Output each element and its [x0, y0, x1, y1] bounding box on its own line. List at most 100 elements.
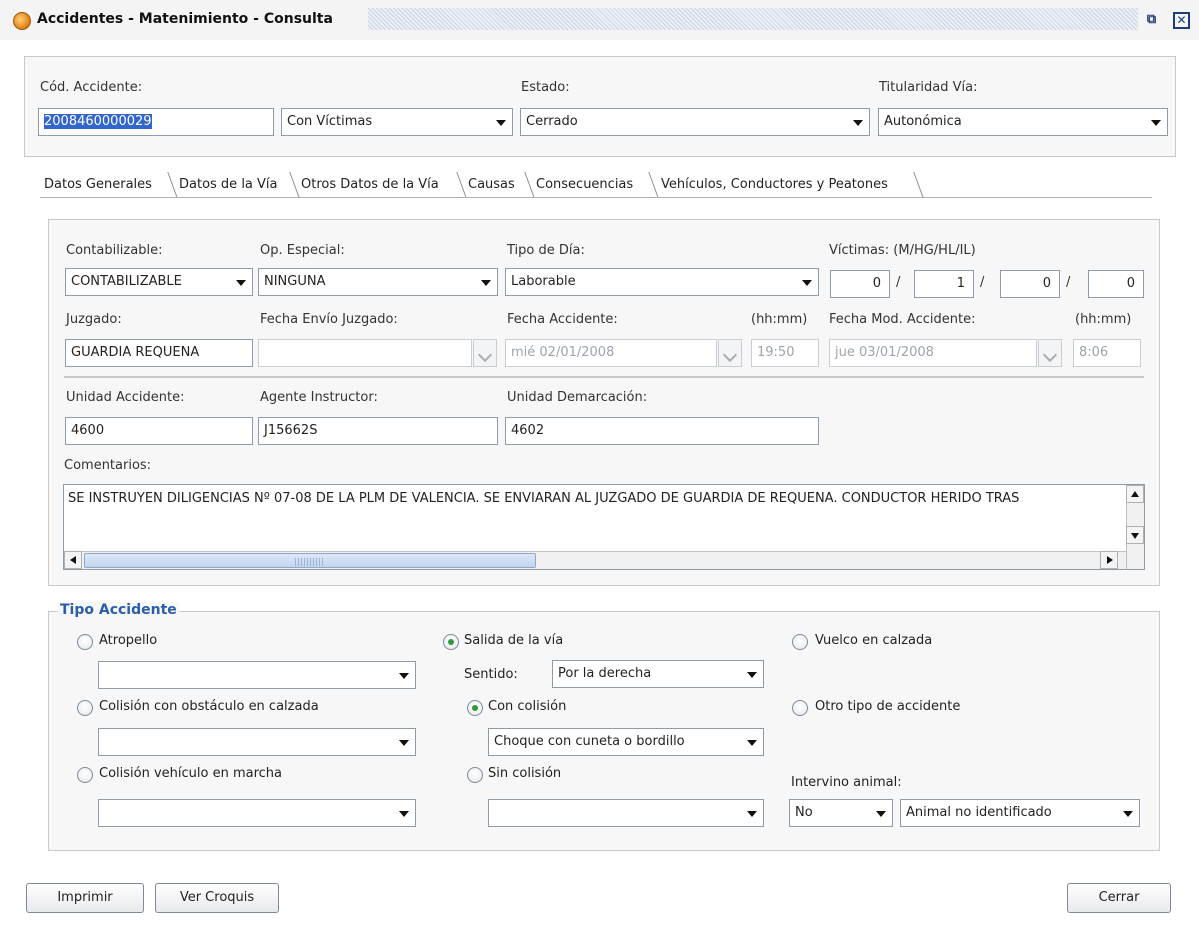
intervino-animal-select[interactable]: No [789, 799, 893, 827]
chevron-down-icon [477, 347, 493, 363]
op-especial-select[interactable]: NINGUNA [258, 268, 498, 296]
cerrar-button[interactable]: Cerrar [1067, 883, 1171, 913]
estado-select[interactable]: Cerrado [520, 108, 870, 136]
arrow-up-icon [1131, 491, 1139, 497]
tab-datos-via[interactable]: Datos de la Vía [179, 172, 278, 198]
tipo-animal-select[interactable]: Animal no identificado [900, 799, 1140, 827]
atropello-select[interactable] [98, 661, 416, 689]
victimas-separator: / [1066, 275, 1071, 290]
chevron-down-icon [1123, 811, 1133, 817]
sentido-label: Sentido: [464, 667, 518, 682]
unidad-accidente-label: Unidad Accidente: [66, 390, 185, 405]
chevron-down-icon [747, 811, 757, 817]
hhmm-label-2: (hh:mm) [1075, 312, 1132, 327]
agente-instructor-label: Agente Instructor: [260, 390, 378, 405]
estado-label: Estado: [521, 80, 570, 95]
restore-icon[interactable]: ⧉ [1143, 12, 1160, 29]
radio-vuelco[interactable] [792, 634, 808, 650]
tab-otros-datos-via[interactable]: Otros Datos de la Vía [301, 172, 439, 198]
fecha-mod-dropdown[interactable] [1038, 339, 1062, 367]
scroll-down-button[interactable] [1126, 526, 1144, 544]
sin-colision-select[interactable] [488, 799, 764, 827]
op-especial-value: NINGUNA [264, 274, 326, 289]
chevron-down-icon [722, 347, 738, 363]
fecha-accidente-field[interactable]: mié 02/01/2008 [505, 339, 717, 367]
colision-vehiculo-select[interactable] [98, 799, 416, 827]
tab-separator [648, 172, 659, 198]
estado-value: Cerrado [526, 114, 578, 129]
fecha-accidente-label: Fecha Accidente: [507, 312, 618, 327]
sentido-value: Por la derecha [558, 666, 652, 681]
radio-atropello[interactable] [77, 634, 93, 650]
unidad-demarcacion-label: Unidad Demarcación: [507, 390, 648, 405]
ver-croquis-button[interactable]: Ver Croquis [155, 883, 279, 913]
fecha-envio-label: Fecha Envío Juzgado: [260, 312, 398, 327]
chevron-down-icon [853, 120, 863, 126]
juzgado-field[interactable]: GUARDIA REQUENA [65, 339, 253, 367]
scroll-left-button[interactable] [64, 551, 82, 569]
otro-tipo-label: Otro tipo de accidente [815, 699, 961, 714]
sentido-select[interactable]: Por la derecha [552, 660, 764, 688]
victimas-il-field[interactable]: 0 [1088, 270, 1144, 298]
tab-vehiculos[interactable]: Vehículos, Conductores y Peatones [661, 172, 888, 198]
scroll-right-button[interactable] [1100, 551, 1118, 569]
victimas-separator: / [980, 275, 985, 290]
arrow-left-icon [70, 556, 76, 564]
sin-colision-label: Sin colisión [488, 766, 562, 781]
radio-salida-via[interactable] [443, 634, 459, 650]
unidad-accidente-field[interactable]: 4600 [65, 417, 253, 445]
intervino-animal-label: Intervino animal: [791, 775, 902, 790]
tab-consecuencias[interactable]: Consecuencias [536, 172, 633, 198]
chevron-down-icon [236, 280, 246, 286]
atropello-label: Atropello [99, 633, 158, 648]
victimas-separator: / [896, 275, 901, 290]
titularidad-value: Autonómica [884, 114, 962, 129]
cod-accidente-field[interactable]: 2008460000029 [38, 108, 274, 136]
app-icon [13, 12, 31, 30]
radio-sin-colision[interactable] [467, 767, 483, 783]
tipo-dia-select[interactable]: Laborable [505, 268, 819, 296]
tab-separator [167, 172, 178, 198]
window-title: Accidentes - Matenimiento - Consulta [37, 11, 333, 27]
chevron-down-icon [1151, 120, 1161, 126]
colision-vehiculo-label: Colisión vehículo en marcha [99, 766, 283, 781]
cod-accidente-label: Cód. Accidente: [40, 80, 143, 95]
victimas-hg-field[interactable]: 1 [914, 270, 974, 298]
radio-otro-tipo[interactable] [792, 700, 808, 716]
hora-accidente-field[interactable]: 19:50 [751, 339, 819, 367]
tipo-dia-label: Tipo de Día: [507, 243, 585, 258]
victimas-label: Víctimas: (M/HG/HL/IL) [829, 243, 976, 258]
radio-colision-vehiculo[interactable] [77, 767, 93, 783]
unidad-demarcacion-field[interactable]: 4602 [505, 417, 819, 445]
victimas-hl-field[interactable]: 0 [1000, 270, 1060, 298]
victimas-combo-value: Con Víctimas [287, 114, 373, 129]
chevron-down-icon [1042, 347, 1058, 363]
colision-obstaculo-label: Colisión con obstáculo en calzada [99, 699, 319, 714]
comentarios-label: Comentarios: [64, 458, 152, 473]
victimas-combo[interactable]: Con Víctimas [281, 108, 513, 136]
agente-instructor-field[interactable]: J15662S [258, 417, 498, 445]
fecha-envio-field[interactable] [258, 339, 472, 367]
arrow-right-icon [1107, 556, 1113, 564]
colision-obstaculo-select[interactable] [98, 728, 416, 756]
contabilizable-select[interactable]: CONTABILIZABLE [65, 268, 253, 296]
fecha-mod-field[interactable]: jue 03/01/2008 [829, 339, 1037, 367]
radio-con-colision[interactable] [467, 700, 483, 716]
header-panel [24, 56, 1176, 157]
radio-colision-obstaculo[interactable] [77, 700, 93, 716]
horizontal-scroll-thumb[interactable] [84, 553, 536, 568]
con-colision-select[interactable]: Choque con cuneta o bordillo [488, 728, 764, 756]
fecha-accidente-dropdown[interactable] [718, 339, 742, 367]
fecha-envio-dropdown[interactable] [473, 339, 497, 367]
victimas-m-field[interactable]: 0 [830, 270, 890, 298]
tab-causas[interactable]: Causas [468, 172, 515, 198]
title-bar-pattern [368, 8, 1138, 30]
hora-mod-field[interactable]: 8:06 [1073, 339, 1141, 367]
titularidad-select[interactable]: Autonómica [878, 108, 1168, 136]
scroll-up-button[interactable] [1126, 485, 1144, 503]
chevron-down-icon [399, 673, 409, 679]
imprimir-button[interactable]: Imprimir [26, 883, 144, 913]
close-icon[interactable]: ✕ [1173, 12, 1190, 29]
tab-separator [524, 172, 535, 198]
tab-datos-generales[interactable]: Datos Generales [44, 172, 152, 198]
